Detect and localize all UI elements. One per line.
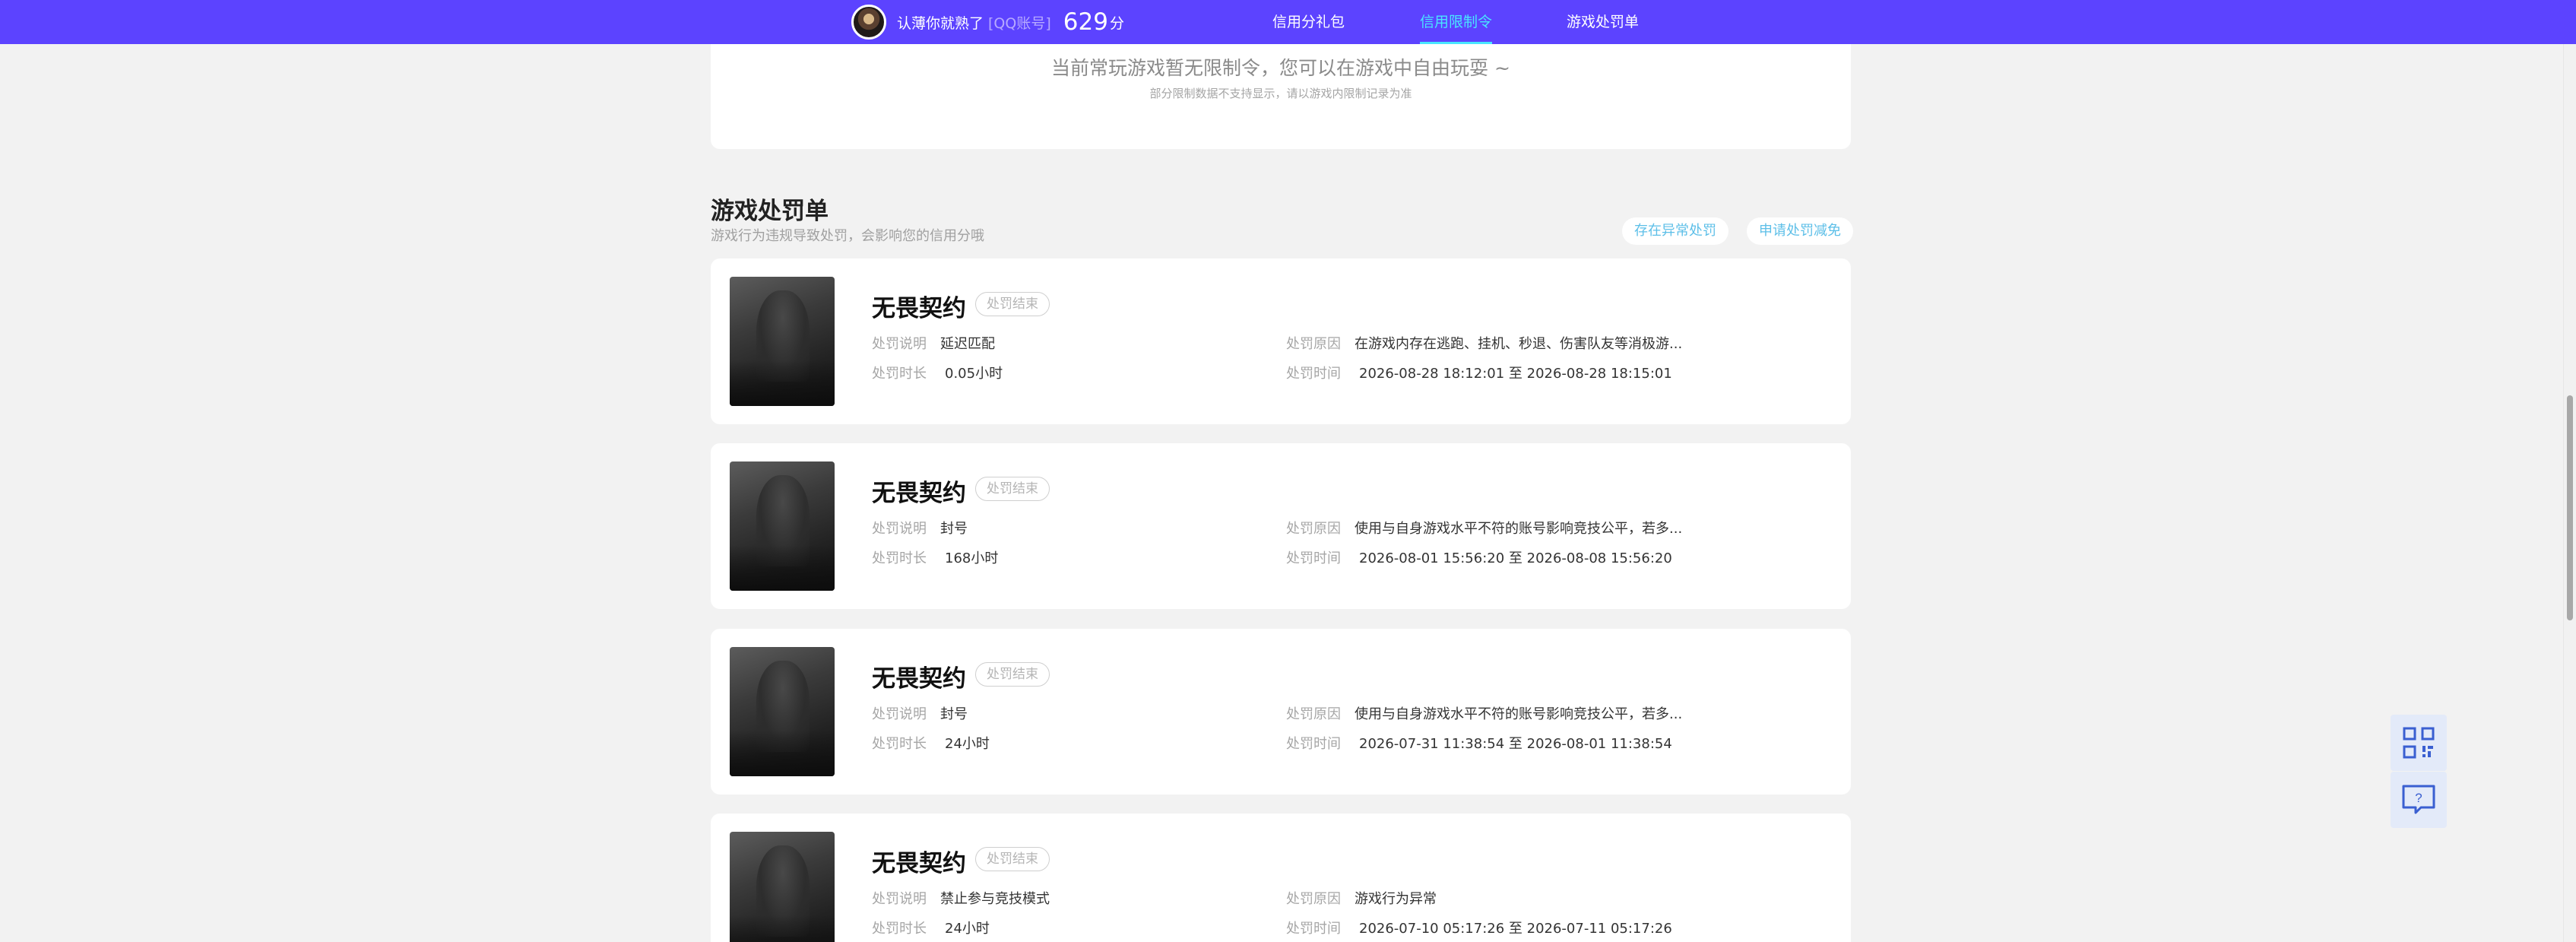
reason-label: 处罚原因	[1286, 891, 1341, 907]
game-cover-image	[730, 461, 835, 591]
desc-label: 处罚说明	[872, 521, 927, 537]
desc-value: 禁止参与竞技模式	[940, 891, 1050, 907]
game-name: 无畏契约	[872, 665, 966, 693]
duration-label: 处罚时长	[872, 921, 927, 937]
desc-label: 处罚说明	[872, 706, 927, 722]
nav-credit-restriction[interactable]: 信用限制令	[1420, 0, 1493, 44]
duration-value: 0.05小时	[945, 366, 1003, 382]
abnormal-penalty-button[interactable]: 存在异常处罚	[1622, 217, 1728, 245]
avatar[interactable]	[851, 5, 886, 40]
reason-label: 处罚原因	[1286, 706, 1341, 722]
game-cover-image	[730, 277, 835, 406]
penalty-reduction-button[interactable]: 申请处罚减免	[1747, 217, 1853, 245]
time-label: 处罚时间	[1286, 921, 1341, 937]
game-cover-image	[730, 832, 835, 942]
desc-value: 封号	[940, 706, 968, 722]
penalty-card[interactable]: 无畏契约 处罚结束 处罚说明 禁止参与竞技模式 处罚时长 24小时 处罚原因 游…	[711, 814, 1851, 942]
desc-label: 处罚说明	[872, 891, 927, 907]
penalty-card[interactable]: 无畏契约 处罚结束 处罚说明 延迟匹配 处罚时长 0.05小时 处罚原因 在游戏…	[711, 258, 1851, 424]
status-badge: 处罚结束	[975, 292, 1050, 316]
reason-value: 使用与自身游戏水平不符的账号影响竞技公平，若多...	[1355, 706, 1683, 722]
reason-label: 处罚原因	[1286, 336, 1341, 352]
duration-value: 24小时	[945, 921, 990, 937]
credit-score: 629	[1063, 8, 1108, 36]
qrcode-button[interactable]	[2391, 715, 2447, 771]
scrollbar-thumb[interactable]	[2567, 395, 2573, 620]
desc-label: 处罚说明	[872, 336, 927, 352]
status-badge: 处罚结束	[975, 477, 1050, 501]
duration-label: 处罚时长	[872, 366, 927, 382]
account-type: [QQ账号]	[988, 14, 1051, 32]
restriction-card: 当前常玩游戏暂无限制令，您可以在游戏中自由玩耍 ~ 部分限制数据不支持显示，请以…	[711, 44, 1851, 149]
game-name: 无畏契约	[872, 295, 966, 322]
penalty-card[interactable]: 无畏契约 处罚结束 处罚说明 封号 处罚时长 24小时 处罚原因 使用与自身游戏…	[711, 629, 1851, 795]
nav-game-penalty[interactable]: 游戏处罚单	[1567, 0, 1639, 44]
duration-value: 24小时	[945, 736, 990, 752]
reason-value: 游戏行为异常	[1355, 891, 1437, 907]
time-label: 处罚时间	[1286, 550, 1341, 566]
game-name: 无畏契约	[872, 480, 966, 507]
reason-value: 在游戏内存在逃跑、挂机、秒退、伤害队友等消极游...	[1355, 336, 1683, 352]
top-nav-bar: 认薄你就熟了 [QQ账号] 629 分 信用分礼包 信用限制令 游戏处罚单	[0, 0, 2576, 44]
penalty-section-title: 游戏处罚单	[711, 198, 829, 225]
time-value: 2026-08-01 15:56:20 至 2026-08-08 15:56:2…	[1359, 550, 1672, 566]
penalty-section-subtitle: 游戏行为违规导致处罚，会影响您的信用分哦	[711, 228, 984, 244]
time-value: 2026-07-31 11:38:54 至 2026-08-01 11:38:5…	[1359, 736, 1672, 752]
game-name: 无畏契约	[872, 850, 966, 877]
penalty-card[interactable]: 无畏契约 处罚结束 处罚说明 封号 处罚时长 168小时 处罚原因 使用与自身游…	[711, 443, 1851, 609]
restriction-message: 当前常玩游戏暂无限制令，您可以在游戏中自由玩耍 ~	[1051, 57, 1510, 79]
qrcode-icon	[2403, 727, 2435, 759]
duration-value: 168小时	[945, 550, 999, 566]
svg-text:?: ?	[2415, 791, 2422, 805]
duration-label: 处罚时长	[872, 550, 927, 566]
desc-value: 封号	[940, 521, 968, 537]
status-badge: 处罚结束	[975, 662, 1050, 687]
time-value: 2026-08-28 18:12:01 至 2026-08-28 18:15:0…	[1359, 366, 1672, 382]
time-label: 处罚时间	[1286, 366, 1341, 382]
help-button[interactable]: ?	[2391, 772, 2447, 828]
nav-credit-gift[interactable]: 信用分礼包	[1272, 0, 1345, 44]
game-cover-image	[730, 647, 835, 776]
time-label: 处罚时间	[1286, 736, 1341, 752]
duration-label: 处罚时长	[872, 736, 927, 752]
help-chat-icon: ?	[2402, 785, 2435, 814]
desc-value: 延迟匹配	[940, 336, 995, 352]
reason-label: 处罚原因	[1286, 521, 1341, 537]
credit-score-unit: 分	[1109, 14, 1124, 32]
username: 认薄你就熟了	[897, 14, 984, 32]
status-badge: 处罚结束	[975, 847, 1050, 871]
reason-value: 使用与自身游戏水平不符的账号影响竞技公平，若多...	[1355, 521, 1683, 537]
restriction-note: 部分限制数据不支持显示，请以游戏内限制记录为准	[1149, 87, 1412, 100]
user-info: 认薄你就熟了 [QQ账号] 629 分	[851, 4, 1124, 40]
time-value: 2026-07-10 05:17:26 至 2026-07-11 05:17:2…	[1359, 921, 1672, 937]
